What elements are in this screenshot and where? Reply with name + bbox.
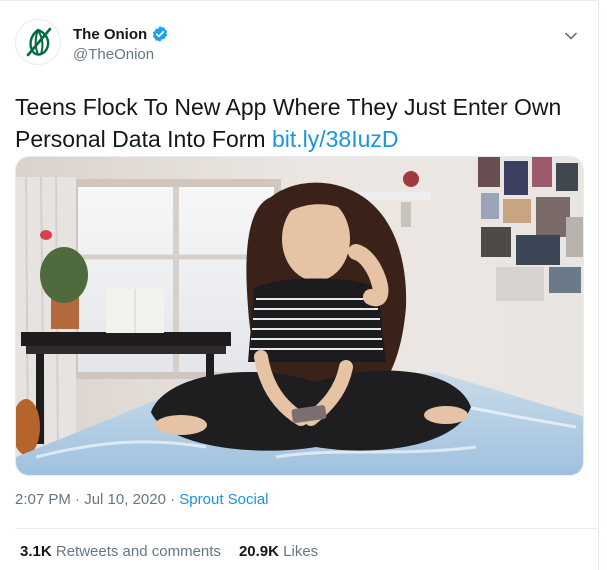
retweets-label: Retweets and comments <box>55 543 221 560</box>
chevron-down-icon[interactable] <box>562 27 580 45</box>
meta-separator-2: · <box>170 491 176 508</box>
tweet-time[interactable]: 2:07 PM <box>15 491 71 508</box>
tweet-date[interactable]: Jul 10, 2020 <box>84 491 166 508</box>
tweet-card: The Onion @TheOnion Teens Flock To New A… <box>0 0 599 570</box>
onion-logo-icon <box>26 27 52 57</box>
divider <box>15 528 598 529</box>
tweet-text: Teens Flock To New App Where They Just E… <box>15 91 585 155</box>
account-names: The Onion @TheOnion <box>73 25 169 63</box>
verified-badge-icon <box>153 26 168 42</box>
likes-label: Likes <box>283 543 319 560</box>
tweet-header: The Onion @TheOnion <box>15 13 586 69</box>
tweet-image[interactable] <box>15 156 584 476</box>
display-name-row: The Onion <box>73 25 169 43</box>
meta-separator: · <box>75 491 81 508</box>
tweet-link[interactable]: bit.ly/38IuzD <box>272 126 399 152</box>
tweet-meta: 2:07 PM · Jul 10, 2020 · Sprout Social <box>15 491 269 508</box>
tweet-stats: 3.1K Retweets and comments 20.9K Likes <box>20 543 318 560</box>
display-name[interactable]: The Onion <box>73 26 147 43</box>
retweets-stat[interactable]: 3.1K Retweets and comments <box>20 543 221 560</box>
likes-stat[interactable]: 20.9K Likes <box>239 543 318 560</box>
tweet-source-link[interactable]: Sprout Social <box>179 491 268 508</box>
retweets-count: 3.1K <box>20 543 52 560</box>
avatar[interactable] <box>15 19 61 65</box>
account-handle[interactable]: @TheOnion <box>73 46 169 63</box>
bedroom-photo <box>16 157 583 475</box>
likes-count: 20.9K <box>238 543 279 560</box>
